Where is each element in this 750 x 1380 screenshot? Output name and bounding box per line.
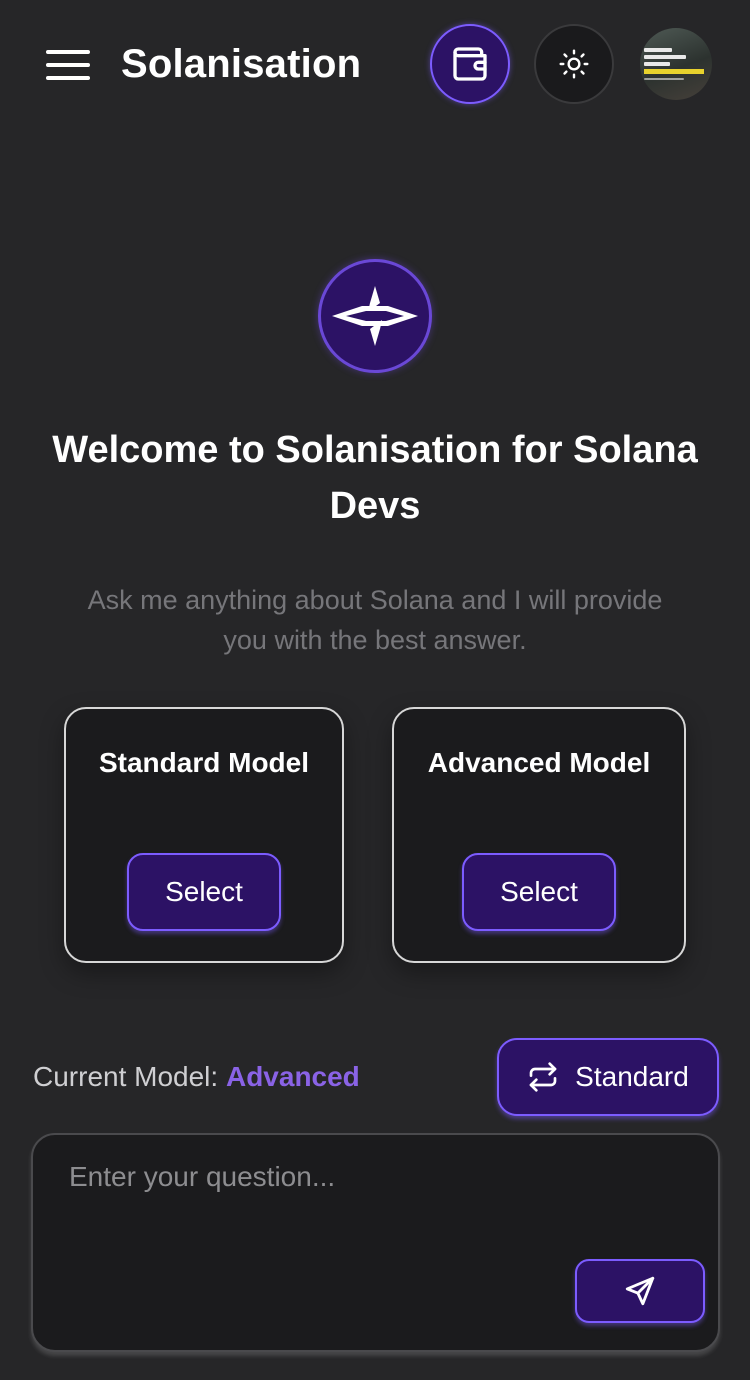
standard-model-card: Standard Model Select <box>64 707 344 963</box>
select-standard-button[interactable]: Select <box>127 853 281 931</box>
current-model-label: Current Model: <box>33 1061 219 1092</box>
welcome-subtitle: Ask me anything about Solana and I will … <box>87 585 663 655</box>
sun-icon <box>559 49 589 79</box>
app-header: Solanisation <box>0 0 750 130</box>
standard-model-title: Standard Model <box>98 747 309 778</box>
wallet-button[interactable] <box>430 24 510 104</box>
question-input[interactable] <box>53 1157 693 1247</box>
solanisation-logo-icon <box>318 259 432 373</box>
send-icon <box>625 1276 655 1306</box>
wallet-icon <box>453 47 487 81</box>
advanced-model-title: Advanced Model <box>427 747 651 778</box>
question-box <box>31 1133 720 1352</box>
theme-toggle-button[interactable] <box>534 24 614 104</box>
hamburger-menu-icon[interactable] <box>40 40 96 90</box>
current-model-value: Advanced <box>225 1061 360 1092</box>
avatar[interactable] <box>640 28 712 100</box>
current-model-indicator: Current Model: Advanced <box>33 1058 360 1096</box>
swap-arrows-icon <box>529 1062 557 1092</box>
switch-model-label: Standard <box>575 1061 689 1092</box>
switch-model-button[interactable]: Standard <box>497 1038 719 1116</box>
app-title: Solanisation <box>121 42 362 86</box>
welcome-heading: Welcome to Solanisation for Solana Devs <box>52 429 698 527</box>
select-advanced-button[interactable]: Select <box>462 853 616 931</box>
send-button[interactable] <box>575 1259 705 1323</box>
advanced-model-card: Advanced Model Select <box>392 707 686 963</box>
